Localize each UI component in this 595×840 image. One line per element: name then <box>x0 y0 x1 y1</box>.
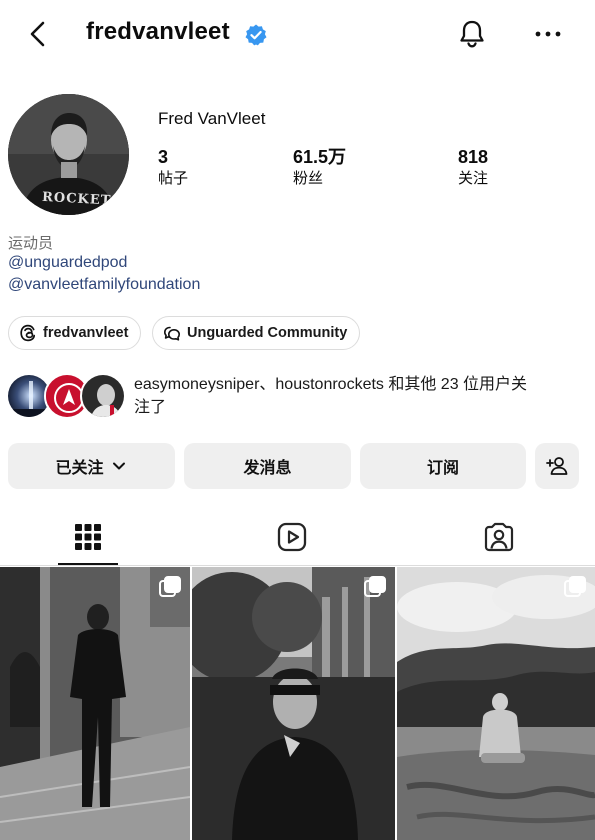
notifications-button[interactable] <box>455 17 489 51</box>
tagged-icon <box>484 522 514 552</box>
mutual-follower-avatar <box>80 373 126 419</box>
stat-posts-label: 帖子 <box>158 170 189 187</box>
multiple-photos-icon <box>564 576 586 597</box>
threads-profile-pill[interactable]: fredvanvleet <box>8 316 142 350</box>
message-button-label: 发消息 <box>243 460 292 477</box>
add-person-icon <box>546 457 568 475</box>
post-thumbnail[interactable] <box>192 567 395 840</box>
back-button[interactable] <box>22 18 54 50</box>
subscribe-button-label: 订阅 <box>426 460 459 477</box>
post-thumbnail[interactable] <box>0 567 190 840</box>
tab-posts-grid[interactable] <box>0 508 176 566</box>
bell-icon <box>460 20 484 48</box>
tab-reels[interactable] <box>198 508 386 566</box>
bio-link-unguardedpod[interactable]: @unguardedpod <box>8 254 127 272</box>
multiple-photos-icon <box>364 576 386 597</box>
stat-posts-value: 3 <box>158 147 169 167</box>
threads-icon <box>20 324 36 342</box>
following-button-label: 已关注 <box>55 460 104 477</box>
community-pill-label: Unguarded Community <box>187 325 348 341</box>
chevron-down-icon <box>112 462 125 470</box>
tab-tagged[interactable] <box>405 508 593 566</box>
stat-following-value: 818 <box>458 147 489 167</box>
stat-posts[interactable]: 3 帖子 <box>158 146 188 189</box>
more-dots-icon <box>535 31 561 37</box>
multiple-photos-icon <box>159 576 181 597</box>
active-tab-indicator <box>58 563 118 565</box>
stat-following-label: 关注 <box>458 170 489 187</box>
mutual-followers-line2: 注了 <box>134 399 167 416</box>
suggested-users-button[interactable] <box>535 443 579 489</box>
following-dropdown-button[interactable]: 已关注 <box>8 443 175 489</box>
profile-tabs <box>0 508 595 566</box>
grid-icon <box>75 524 101 550</box>
message-button[interactable]: 发消息 <box>184 443 351 489</box>
community-pill[interactable]: Unguarded Community <box>152 316 361 350</box>
more-options-button[interactable] <box>530 20 566 48</box>
community-chat-icon <box>164 326 180 341</box>
threads-pill-label: fredvanvleet <box>43 325 129 341</box>
mutual-followers-text[interactable]: easymoneysniper、houstonrockets 和其他 23 位用… <box>134 373 594 419</box>
profile-full-name: Fred VanVleet <box>158 109 266 128</box>
bio-link-foundation[interactable]: @vanvleetfamilyfoundation <box>8 276 200 294</box>
mutual-followers-avatars[interactable] <box>6 373 126 421</box>
chevron-left-icon <box>30 21 45 47</box>
subscribe-button[interactable]: 订阅 <box>360 443 526 489</box>
profile-category: 运动员 <box>8 235 54 252</box>
stat-following[interactable]: 818 关注 <box>458 146 488 189</box>
stat-followers[interactable]: 61.5万 粉丝 <box>293 146 346 189</box>
reels-icon <box>277 522 307 552</box>
profile-username: fredvanvleet <box>86 18 230 45</box>
stat-followers-value: 61.5万 <box>293 147 347 167</box>
post-thumbnail[interactable] <box>397 567 595 840</box>
posts-grid <box>0 567 595 840</box>
mutual-followers-line1: easymoneysniper、houstonrockets 和其他 23 位用… <box>134 376 528 393</box>
stat-followers-label: 粉丝 <box>293 170 324 187</box>
profile-avatar[interactable]: ROCKETS <box>8 94 129 215</box>
top-bar: fredvanvleet <box>0 0 595 70</box>
verified-badge-icon <box>244 23 268 47</box>
